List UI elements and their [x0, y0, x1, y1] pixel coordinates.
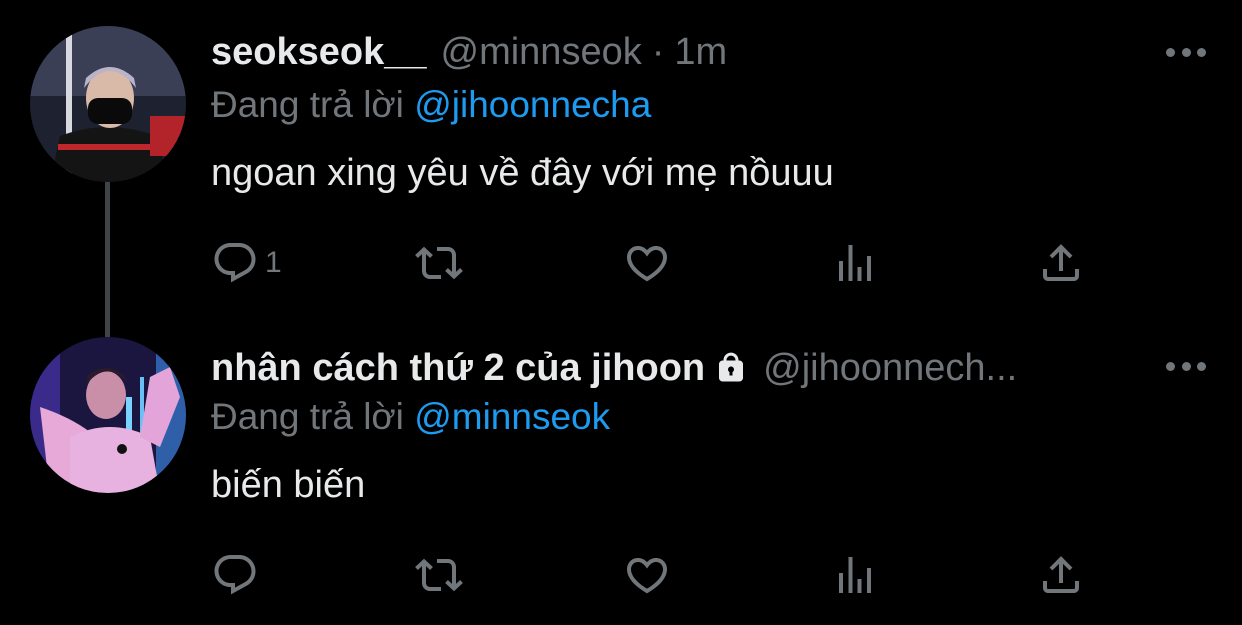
heart-icon — [626, 558, 668, 594]
tweet-header: nhân cách thứ 2 của jihoon @jihoonnech..… — [211, 340, 1017, 396]
views-icon — [839, 557, 871, 593]
like-button[interactable] — [623, 550, 671, 600]
display-name[interactable]: nhân cách thứ 2 của jihoon — [211, 347, 705, 390]
heart-icon — [626, 246, 668, 282]
like-button[interactable] — [623, 238, 671, 288]
display-name[interactable]: seokseok__ — [211, 31, 427, 74]
reply-button[interactable] — [211, 550, 259, 600]
more-icon[interactable] — [1166, 356, 1206, 376]
views-button[interactable] — [831, 238, 879, 288]
timestamp[interactable]: 1m — [674, 31, 727, 74]
retweet-button[interactable] — [415, 550, 463, 600]
views-button[interactable] — [831, 550, 879, 600]
separator: · — [651, 30, 665, 73]
mention-link[interactable]: @minnseok — [414, 396, 610, 437]
replying-to: Đang trả lời @jihoonnecha — [211, 84, 651, 126]
retweet-button[interactable] — [415, 238, 463, 288]
views-icon — [839, 245, 871, 281]
replying-label: Đang trả lời — [211, 396, 404, 437]
tweet[interactable]: nhân cách thứ 2 của jihoon @jihoonnech..… — [0, 310, 1242, 625]
replying-to: Đang trả lời @minnseok — [211, 396, 610, 438]
share-icon — [1043, 556, 1079, 593]
username[interactable]: @jihoonnech... — [763, 347, 1017, 390]
tweet-header: seokseok__ @minnseok · 1m — [211, 24, 727, 80]
replying-label: Đang trả lời — [211, 84, 404, 125]
tweet-text: biến biến — [211, 464, 366, 506]
reply-button[interactable]: 1 — [211, 238, 282, 288]
avatar[interactable] — [30, 337, 186, 493]
more-icon[interactable] — [1166, 42, 1206, 62]
avatar-image — [30, 337, 186, 493]
retweet-icon — [415, 246, 463, 280]
share-button[interactable] — [1037, 238, 1085, 288]
reply-count: 1 — [265, 246, 282, 279]
username[interactable]: @minnseok — [441, 31, 642, 74]
tweet-actions: 1 — [211, 238, 1111, 288]
avatar-image — [30, 26, 186, 182]
avatar[interactable] — [30, 26, 186, 182]
lock-icon — [713, 350, 749, 386]
mention-link[interactable]: @jihoonnecha — [414, 84, 651, 125]
reply-icon — [214, 243, 256, 283]
retweet-icon — [415, 558, 463, 592]
tweet-actions — [211, 550, 1111, 600]
tweet[interactable]: seokseok__ @minnseok · 1m Đang trả lời @… — [0, 0, 1242, 337]
tweet-text: ngoan xing yêu về đây với mẹ nồuuu — [211, 152, 834, 194]
share-icon — [1043, 244, 1079, 281]
share-button[interactable] — [1037, 550, 1085, 600]
reply-icon — [214, 555, 256, 595]
